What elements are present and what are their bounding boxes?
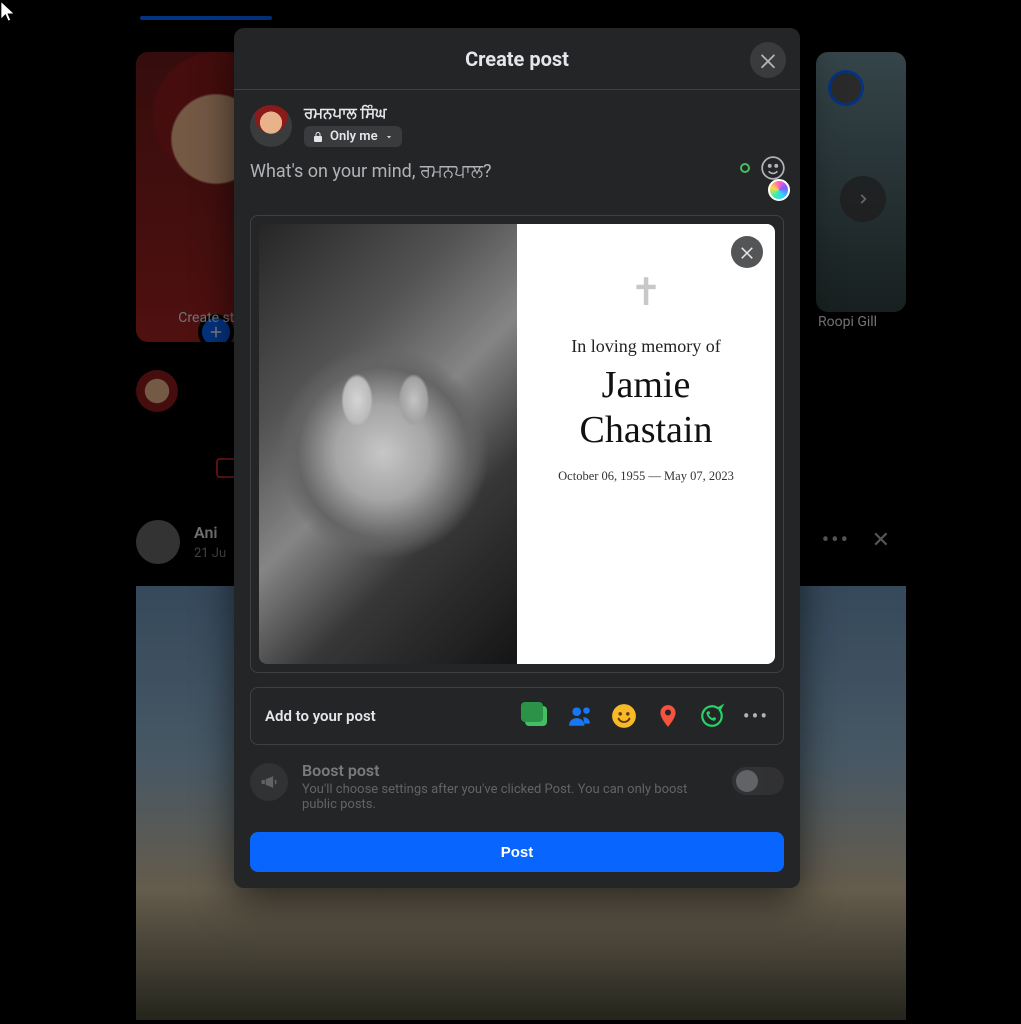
memorial-text-panel: ✝ In loving memory of Jamie Chastain Oct… — [517, 224, 775, 664]
emoji-picker-button[interactable] — [760, 155, 786, 181]
check-in-button[interactable] — [655, 703, 681, 729]
attached-image-content: ✝ In loving memory of Jamie Chastain Oct… — [259, 224, 775, 664]
add-to-post-icons: ••• — [523, 703, 769, 729]
composer-avatar[interactable] — [250, 105, 292, 147]
more-options-button[interactable]: ••• — [743, 703, 769, 729]
post-button-label: Post — [501, 844, 534, 861]
boost-post-row: Boost post You'll choose settings after … — [250, 761, 784, 812]
boost-title: Boost post — [302, 761, 718, 780]
add-to-post-label: Add to your post — [265, 707, 376, 725]
mouse-cursor-icon — [0, 0, 18, 26]
post-button[interactable]: Post — [250, 832, 784, 872]
boost-description: You'll choose settings after you've clic… — [302, 782, 692, 812]
whatsapp-button[interactable] — [699, 703, 725, 729]
modal-title: Create post — [465, 47, 569, 71]
attached-image[interactable]: ✝ In loving memory of Jamie Chastain Oct… — [259, 224, 775, 664]
media-attachment-zone: ✝ In loving memory of Jamie Chastain Oct… — [250, 215, 784, 673]
tag-people-button[interactable] — [567, 703, 593, 729]
post-text-area-wrap — [234, 153, 800, 215]
lock-icon — [312, 131, 324, 143]
remove-media-button[interactable] — [731, 236, 763, 268]
memorial-portrait — [259, 224, 517, 664]
modal-close-button[interactable] — [750, 42, 786, 78]
composer-identity-row: ਰਮਨਪਾਲ ਸਿੰਘ Only me — [234, 90, 800, 153]
audience-selector[interactable]: Only me — [304, 126, 402, 147]
ai-suggestion-button[interactable] — [768, 179, 790, 201]
caret-down-icon — [384, 132, 394, 142]
modal-header: Create post — [234, 28, 800, 90]
memorial-name-last: Chastain — [580, 409, 713, 451]
create-post-modal: Create post ਰਮਨਪਾਲ ਸਿੰਘ Only me — [234, 28, 800, 888]
audience-label: Only me — [330, 129, 378, 144]
add-photo-video-button[interactable] — [523, 703, 549, 729]
memorial-dates: October 06, 1955 — May 07, 2023 — [558, 469, 734, 484]
boost-toggle[interactable] — [732, 767, 784, 795]
composer-user-name: ਰਮਨਪਾਲ ਸਿੰਘ — [304, 104, 402, 122]
cross-icon: ✝ — [630, 274, 662, 312]
memorial-script-text: In loving memory of — [571, 336, 720, 357]
post-text-input[interactable] — [250, 161, 784, 195]
status-indicator-icon — [740, 163, 750, 173]
add-to-post-row: Add to your post ••• — [250, 687, 784, 745]
megaphone-icon — [250, 763, 288, 801]
feeling-activity-button[interactable] — [611, 703, 637, 729]
memorial-name-first: Jamie — [602, 364, 691, 406]
